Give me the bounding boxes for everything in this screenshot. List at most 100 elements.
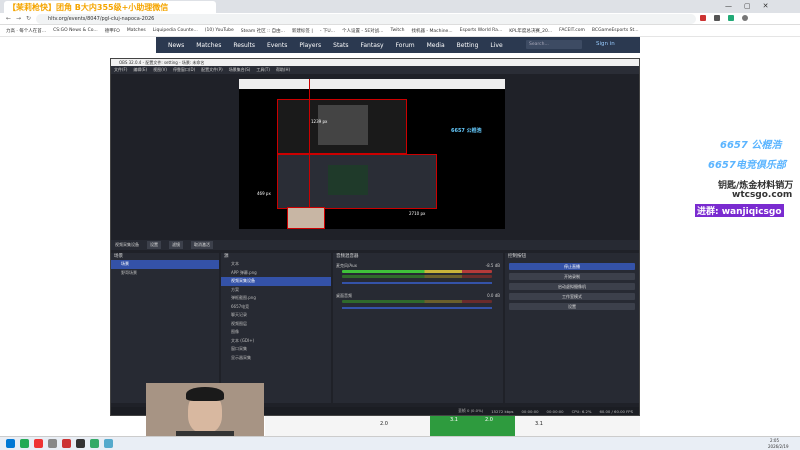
maximize-icon[interactable]: ▢ — [744, 2, 751, 11]
nav-live[interactable]: Live — [490, 42, 502, 49]
start-virtual-camera-button[interactable]: 启动虚拟摄像机 — [509, 283, 635, 290]
source-item[interactable]: 聊天记录 — [221, 311, 331, 320]
menu-view[interactable]: 视图(V) — [153, 67, 167, 73]
bookmark-item[interactable]: 找机器 - Machine... — [412, 28, 453, 34]
stop-streaming-button[interactable]: 停止直播 — [509, 263, 635, 270]
browser-tab-bar: 【茉莉枪快】团角 B大内355级+小助理微信 — ▢ ✕ — [0, 0, 800, 13]
windows-start-icon[interactable] — [6, 439, 15, 448]
source-item[interactable]: 文本 (GDI+) — [221, 337, 331, 346]
nav-fantasy[interactable]: Fantasy — [360, 42, 383, 49]
studio-mode-button[interactable]: 工作室模式 — [509, 293, 635, 300]
nested-screen — [318, 105, 368, 145]
signin-link[interactable]: Sign in — [596, 41, 615, 47]
menu-scene-collection[interactable]: 场景集合(S) — [229, 67, 251, 73]
url-field[interactable]: hltv.org/events/8047/pgl-cluj-napoca-202… — [36, 14, 696, 24]
deactivate-button[interactable]: 取消激活 — [191, 241, 213, 249]
bookmark-item[interactable]: CS:GO News & Co... — [53, 28, 98, 33]
sources-title: 源 — [224, 254, 229, 259]
clock-time: 2:05 — [770, 438, 779, 443]
source-toolbar: 视频采集设备 设置 滤镜 取消激活 — [111, 240, 639, 250]
menu-file[interactable]: 文件(F) — [114, 67, 127, 73]
bitrate: 15272 kbps — [491, 408, 514, 414]
menu-help[interactable]: 帮助(H) — [276, 67, 290, 73]
back-icon[interactable]: ← — [6, 15, 11, 22]
obs-window: OBS 32.0.4 - 配置文件: setting - 场景: 未命名 文件(… — [110, 58, 640, 416]
obs-menubar: 文件(F) 编辑(E) 视图(V) 停靠窗口(D) 配置文件(P) 场景集合(S… — [111, 66, 639, 74]
app-icon[interactable] — [48, 439, 57, 448]
app-icon[interactable] — [76, 439, 85, 448]
bookmark-item[interactable]: 德甲FO — [105, 28, 120, 34]
source-item[interactable]: APP 弹幕.png — [221, 269, 331, 278]
source-item[interactable]: 显示器采集 — [221, 354, 331, 363]
source-item[interactable]: 弹框截图.png — [221, 294, 331, 303]
settings-button[interactable]: 设置 — [509, 303, 635, 310]
nav-events[interactable]: Events — [267, 42, 287, 49]
source-item[interactable]: 视频图层 — [221, 320, 331, 329]
score: 3.1 — [450, 417, 458, 423]
bookmark-item[interactable]: - 下U... — [320, 28, 335, 34]
app-icon[interactable] — [62, 439, 71, 448]
extension-icon[interactable] — [700, 15, 706, 21]
source-item[interactable]: 方案 — [221, 286, 331, 295]
extension-icon[interactable] — [728, 15, 734, 21]
source-settings-button[interactable]: 设置 — [147, 241, 161, 249]
scene-item[interactable]: 野哥场景 — [111, 269, 219, 278]
app-icon[interactable] — [34, 439, 43, 448]
forward-icon[interactable]: → — [16, 15, 21, 22]
source-item[interactable]: 图像 — [221, 328, 331, 337]
bookmark-item[interactable]: Twitch — [390, 28, 404, 33]
site-search-input[interactable]: Search... — [526, 40, 582, 49]
bookmark-item[interactable]: FACEIT.com — [559, 28, 585, 33]
app-icon[interactable] — [20, 439, 29, 448]
source-filters-button[interactable]: 滤镜 — [169, 241, 183, 249]
menu-docks[interactable]: 停靠窗口(D) — [173, 67, 195, 73]
bookmark-item[interactable]: 新建标签 | — [292, 28, 313, 34]
app-icon[interactable] — [104, 439, 113, 448]
app-icon[interactable] — [90, 439, 99, 448]
menu-tools[interactable]: 工具(T) — [256, 67, 270, 73]
nav-betting[interactable]: Betting — [457, 42, 479, 49]
bookmark-item[interactable]: BCGameEsports St... — [592, 28, 639, 33]
mixer-title: 音频混音器 — [336, 254, 359, 259]
active-tab[interactable]: 【茉莉枪快】团角 B大内355级+小助理微信 — [4, 1, 216, 13]
bookmark-item[interactable]: Liquipedia Counte... — [153, 28, 198, 33]
start-recording-button[interactable]: 开始录制 — [509, 273, 635, 280]
match-card[interactable]: 3.1 2.0 — [430, 416, 515, 436]
menu-edit[interactable]: 编辑(E) — [133, 67, 147, 73]
nav-stats[interactable]: Stats — [333, 42, 348, 49]
address-bar-row: ← → ↻ hltv.org/events/8047/pgl-cluj-napo… — [0, 13, 800, 25]
bookmark-item[interactable]: Steam 社区 :: 自由... — [241, 28, 285, 34]
profile-icon[interactable] — [742, 15, 748, 21]
reload-icon[interactable]: ↻ — [26, 15, 31, 22]
source-item[interactable]: 文本 — [221, 260, 331, 269]
taskbar: 2:05 2026/2/19 — [0, 436, 800, 450]
extension-icon[interactable] — [714, 15, 720, 21]
close-icon[interactable]: ✕ — [763, 2, 769, 11]
scene-item[interactable]: 场景 — [111, 260, 219, 269]
nav-news[interactable]: News — [168, 42, 184, 49]
bookmarks-bar: 力高 · 每个人在首... CS:GO News & Co... 德甲FO Match… — [0, 25, 800, 37]
nav-media[interactable]: Media — [427, 42, 445, 49]
minimize-icon[interactable]: — — [725, 2, 732, 11]
source-item[interactable]: 窗口采集 — [221, 345, 331, 354]
bookmark-item[interactable]: KPL年度总决赛_20... — [509, 28, 552, 34]
match-strip: 2.0 3.1 2.0 3.1 — [265, 416, 640, 436]
source-item[interactable]: 6657电竞 — [221, 303, 331, 312]
menu-profile[interactable]: 配置文件(P) — [201, 67, 223, 73]
nav-matches[interactable]: Matches — [196, 42, 221, 49]
bookmark-item[interactable]: 力高 · 每个人在首... — [6, 28, 46, 34]
source-item[interactable]: 视频采集设备 — [221, 277, 331, 286]
nav-players[interactable]: Players — [299, 42, 321, 49]
volume-slider[interactable] — [342, 307, 492, 309]
site-nav: News Matches Results Events Players Stat… — [156, 37, 640, 53]
bookmark-item[interactable]: Matches — [127, 28, 146, 33]
nav-results[interactable]: Results — [233, 42, 255, 49]
bookmark-item[interactable]: 个人设置 - 5E对战... — [342, 28, 383, 34]
nav-forum[interactable]: Forum — [396, 42, 415, 49]
nested-preview — [277, 99, 407, 154]
tab-title: 【茉莉枪快】团角 B大内355级+小助理微信 — [8, 3, 169, 12]
bookmark-item[interactable]: Esports World Ra... — [460, 28, 503, 33]
obs-preview[interactable]: 469 px 1239 px 2710 px 6657 公棍浩 — [239, 79, 505, 229]
volume-slider[interactable] — [342, 282, 492, 284]
bookmark-item[interactable]: (10) YouTube — [205, 28, 234, 33]
